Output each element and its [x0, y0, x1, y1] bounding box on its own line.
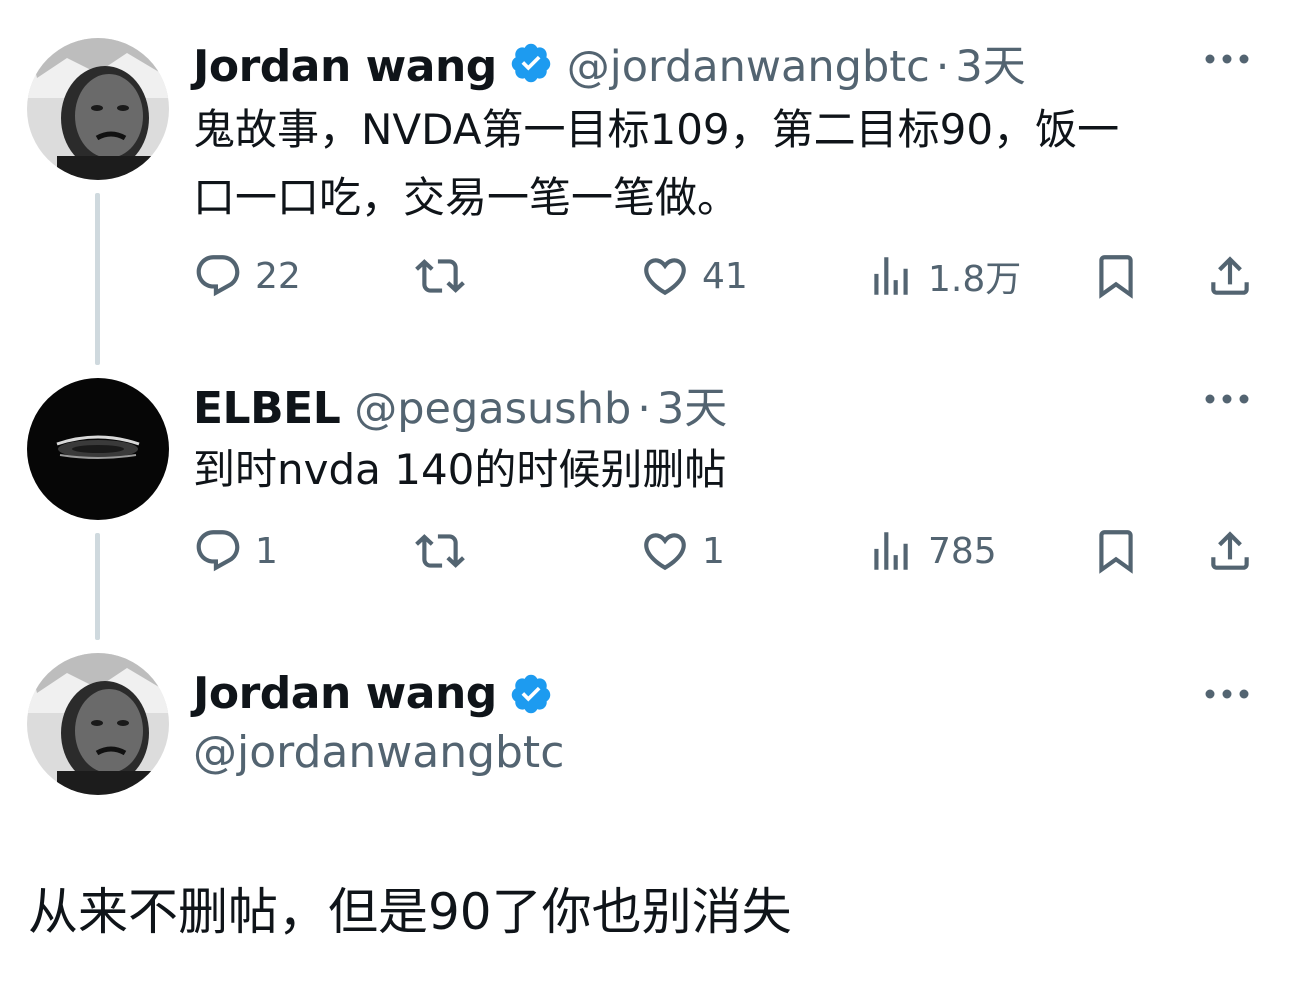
thread-line-1	[95, 193, 100, 365]
tweet1-separator: ·	[935, 42, 950, 92]
tweet2-text-line1: 到时nvda 140的时候别删帖	[193, 445, 727, 494]
main-display-name[interactable]: Jordan wang	[193, 668, 497, 719]
tweet1-handle[interactable]: @jordanwangbtc	[567, 42, 930, 92]
main-tweet-text: 从来不删帖，但是90了你也别消失	[28, 883, 792, 941]
tweet1-retweet-button[interactable]	[415, 248, 477, 304]
avatar-elbel[interactable]	[27, 378, 169, 520]
tweet2-header: ELBEL @pegasushb · 3天	[193, 374, 727, 436]
tweet2-views-button[interactable]: 785	[866, 523, 997, 579]
tweet1-text-line2: 口一口吃，交易一笔一笔做。	[193, 173, 740, 222]
verified-badge-icon	[511, 674, 551, 713]
tweet1-views-button[interactable]: 1.8万	[866, 248, 1021, 304]
bookmark-icon	[1099, 255, 1133, 299]
tweet1-actions: 22 41 1.8万	[193, 248, 1263, 304]
tweet2-reply-button[interactable]: 1	[193, 523, 278, 579]
tweet1-text: 鬼故事，NVDA第一目标109，第二目标90，饭一 口一口吃，交易一笔一笔做。	[193, 96, 1253, 232]
tweet2-bookmark-button[interactable]	[1091, 523, 1141, 579]
avatar-jordan-wang[interactable]	[27, 38, 169, 180]
tweet2-like-count: 1	[702, 530, 725, 572]
tweet1-header: Jordan wang @jordanwangbtc · 3天	[193, 32, 1026, 94]
tweet1-like-button[interactable]: 41	[640, 248, 748, 304]
tweet2-share-button[interactable]	[1205, 523, 1255, 579]
tweet2-like-button[interactable]: 1	[640, 523, 725, 579]
tweet2-separator: ·	[637, 384, 651, 434]
tweet2-views-count: 785	[928, 530, 997, 572]
tweet2-reply-count: 1	[255, 530, 278, 572]
tweet2-display-name[interactable]: ELBEL	[193, 383, 341, 434]
retweet-icon	[415, 534, 465, 568]
share-icon	[1211, 531, 1249, 570]
tweet1-views-count: 1.8万	[928, 259, 1022, 300]
views-icon	[874, 532, 908, 570]
tweet2-time[interactable]: 3天	[657, 374, 727, 436]
tweet2-actions: 1 1 785	[193, 523, 1263, 579]
views-icon	[874, 257, 908, 295]
reply-icon	[196, 255, 240, 297]
tweet2-handle[interactable]: @pegasushb	[354, 384, 631, 434]
tweet1-share-button[interactable]	[1205, 248, 1255, 304]
more-icon[interactable]	[1204, 392, 1250, 406]
bookmark-icon	[1099, 530, 1133, 574]
more-icon[interactable]	[1204, 687, 1250, 701]
tweet1-time[interactable]: 3天	[955, 32, 1025, 94]
thread-line-2	[95, 533, 100, 640]
tweet1-text-line1: 鬼故事，NVDA第一目标109，第二目标90，饭一	[193, 105, 1120, 154]
avatar-jordan-wang-main[interactable]	[27, 653, 169, 795]
tweet1-reply-count: 22	[255, 255, 301, 297]
share-icon	[1211, 256, 1249, 295]
like-icon	[644, 533, 686, 571]
main-handle[interactable]: @jordanwangbtc	[193, 727, 564, 778]
tweet2-retweet-button[interactable]	[415, 523, 477, 579]
tweet1-reply-button[interactable]: 22	[193, 248, 301, 304]
tweet1-like-count: 41	[702, 255, 748, 297]
tweet2-text: 到时nvda 140的时候别删帖	[193, 436, 1253, 504]
tweet1-bookmark-button[interactable]	[1091, 248, 1141, 304]
verified-badge-icon	[511, 43, 551, 83]
main-header: Jordan wang	[193, 668, 553, 719]
reply-icon	[196, 530, 240, 572]
more-icon[interactable]	[1204, 52, 1250, 66]
tweet1-display-name[interactable]: Jordan wang	[193, 41, 497, 92]
retweet-icon	[415, 259, 465, 293]
like-icon	[644, 258, 686, 296]
